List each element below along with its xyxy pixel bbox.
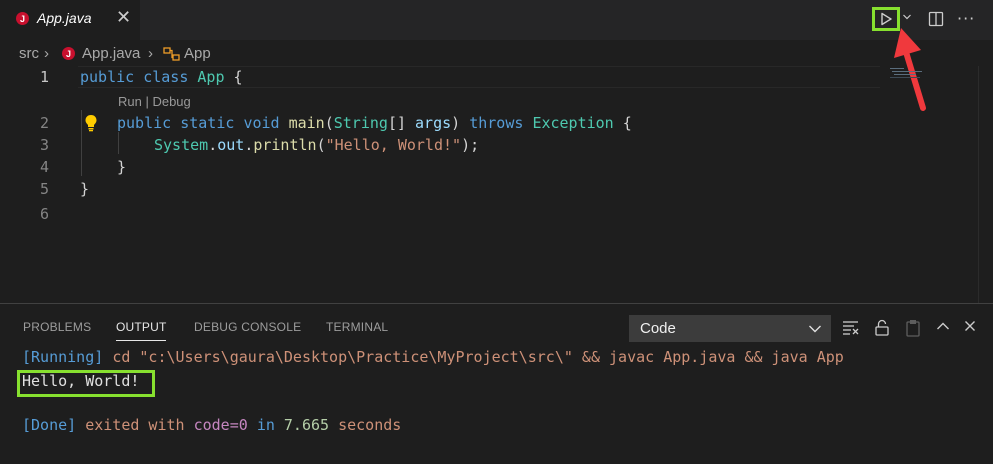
code-line: 6 [0,203,880,225]
tab-output[interactable]: OUTPUT [116,320,167,334]
breadcrumb-separator: › [44,45,49,62]
code-token: { [622,114,632,132]
class-symbol-icon [163,47,180,61]
code-line: 1 public class App { [0,66,880,88]
tab-debug-console[interactable]: DEBUG CONSOLE [194,320,301,334]
code-line: 5 } [0,178,880,200]
more-actions-icon[interactable]: ··· [957,9,975,28]
code-token: ( [324,114,334,132]
code-token: ) [451,114,461,132]
breadcrumb-file[interactable]: App.java [82,45,140,62]
code-token: } [117,158,127,176]
output-text: seconds [338,416,402,434]
code-token: main [288,114,325,132]
code-token: . [208,136,218,154]
code-line: 3 System.out.println("Hello, World!"); [0,134,880,156]
code-token: public [80,68,135,86]
code-token: class [143,68,189,86]
chevron-up-icon[interactable] [936,321,950,331]
play-icon [881,12,892,26]
code-token: } [80,180,90,198]
code-token: throws [469,114,524,132]
tab-app-java[interactable]: J App.java ✕ [0,0,140,40]
close-icon[interactable]: ✕ [116,8,131,28]
line-number: 6 [39,205,49,223]
code-editor[interactable]: 1 public class App { Run | Debug 2 publi… [0,66,993,303]
code-token: println [253,136,317,154]
breadcrumb-folder[interactable]: src [19,45,39,62]
breadcrumb: src › J App.java › App [0,40,880,66]
tab-terminal[interactable]: TERMINAL [326,320,388,334]
chevron-down-icon [809,325,821,333]
active-tab-indicator [116,340,166,341]
code-token: String [333,114,388,132]
highlight-box [17,370,155,397]
code-token: "Hello, World!" [325,136,462,154]
code-token: static [180,114,235,132]
line-number: 3 [39,136,49,154]
exit-code: code=0 [193,416,248,434]
clear-output-icon[interactable] [842,319,860,335]
tab-label: App.java [37,10,92,26]
code-token: [] [387,114,416,132]
code-token: public [117,114,172,132]
code-line: 2 public static void main(String[] args)… [0,112,880,134]
elapsed-time: 7.665 [283,416,330,434]
code-token: { [233,68,243,86]
code-token: App [197,68,225,86]
code-token: System [154,136,209,154]
minimap[interactable] [888,66,978,86]
clipboard-icon[interactable] [904,319,922,337]
line-number: 2 [39,114,49,132]
chevron-down-icon[interactable] [902,12,912,22]
output-line-done: [Done] exited with code=0 in 7.665 secon… [22,415,401,435]
line-number: 1 [39,68,49,86]
output-line-running: [Running] cd "c:\Users\gaura\Desktop\Pra… [22,347,844,367]
java-file-icon: J [16,12,29,25]
code-token: out [217,136,245,154]
split-editor-icon[interactable] [928,11,944,27]
codelens-run-debug[interactable]: Run | Debug [118,94,191,109]
output-channel-select[interactable]: Code [629,315,831,342]
code-token: args [415,114,452,132]
running-tag: [Running] [22,348,104,366]
line-number: 5 [39,180,49,198]
code-token: Exception [532,114,614,132]
java-file-icon: J [62,47,75,60]
lock-icon[interactable] [874,319,890,336]
breadcrumb-separator: › [148,45,153,62]
editor-scrollbar[interactable] [978,66,979,303]
code-token: void [243,114,280,132]
code-token: . [244,136,254,154]
tab-problems[interactable]: PROBLEMS [23,320,91,334]
output-text: exited with [85,416,185,434]
breadcrumb-class[interactable]: App [184,45,211,62]
output-channel-value: Code [640,320,676,337]
run-command: cd "c:\Users\gaura\Desktop\Practice\MyPr… [112,348,844,366]
line-number: 4 [39,158,49,176]
editor-tab-bar: J App.java ✕ ··· [0,0,993,40]
output-text: in [256,416,275,434]
code-line: 4 } [0,156,880,178]
code-token: ); [461,136,480,154]
close-panel-icon[interactable] [964,320,976,332]
code-token: ( [316,136,326,154]
done-tag: [Done] [22,416,77,434]
bottom-panel: PROBLEMS OUTPUT DEBUG CONSOLE TERMINAL C… [0,303,993,464]
